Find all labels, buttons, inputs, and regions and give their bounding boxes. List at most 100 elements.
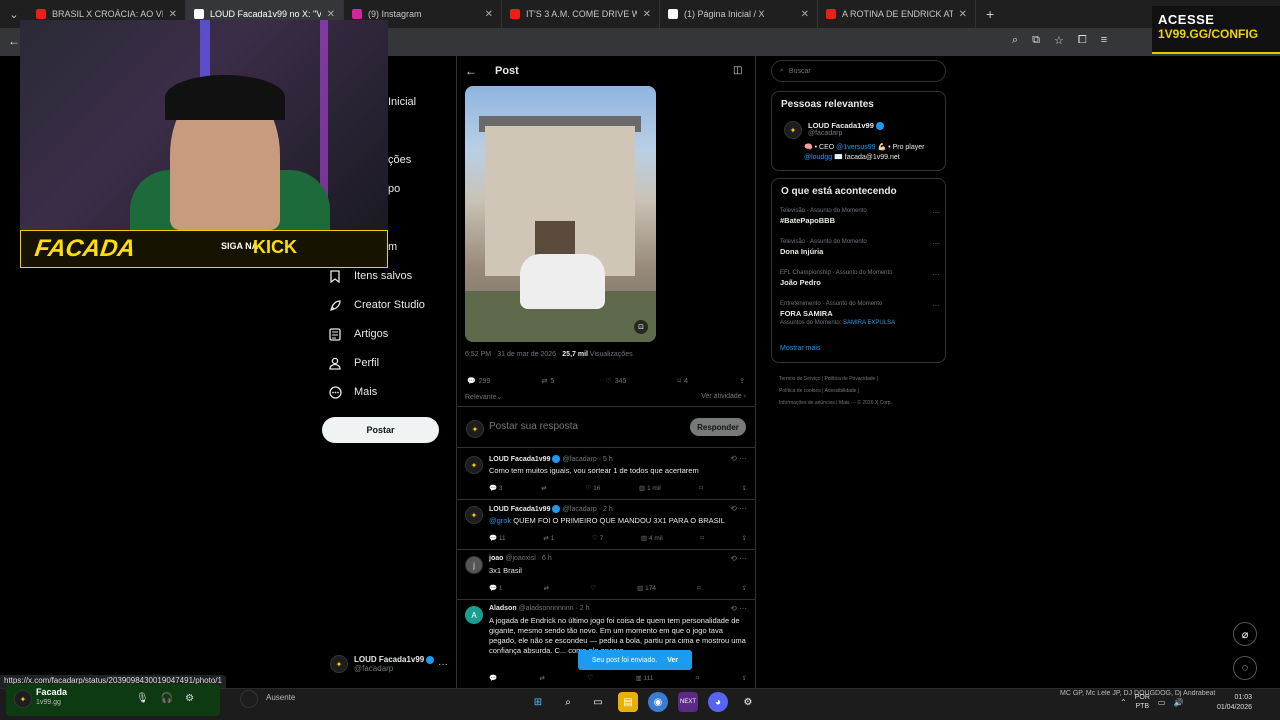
post-photo[interactable]: ⊡ xyxy=(465,86,656,342)
toast-view-link[interactable]: Ver xyxy=(667,657,678,664)
close-icon[interactable]: ✕ xyxy=(485,9,493,20)
next-app-icon[interactable]: NEXT xyxy=(678,692,698,712)
search-icon[interactable]: ⌕ xyxy=(558,692,578,712)
repost-action[interactable]: ⇄ xyxy=(539,674,544,682)
like-action[interactable]: ♡ xyxy=(587,674,593,682)
install-app-icon[interactable]: ⧉ xyxy=(1032,34,1040,47)
reply-tweet[interactable]: j joao @joaoxisl · 6 h ⟲ ··· 3x1 Brasil … xyxy=(457,550,755,600)
bookmark-icon[interactable]: ⌑ xyxy=(700,534,703,542)
reader-mode-icon[interactable]: ◫ xyxy=(733,65,742,76)
reply-button[interactable]: Responder xyxy=(690,418,746,436)
headphones-icon[interactable]: 🎧 xyxy=(161,693,173,704)
search-input[interactable]: ⌕ Buscar xyxy=(771,60,946,82)
mention-link[interactable]: @1versus99 xyxy=(836,144,875,151)
nav-item-premium-partial[interactable]: m xyxy=(388,241,397,253)
close-icon[interactable]: ✕ xyxy=(327,9,335,20)
mention-link[interactable]: @loudgg xyxy=(804,154,832,161)
nav-item-grok-partial[interactable]: po xyxy=(388,183,400,195)
views-action[interactable]: ▥ 174 xyxy=(637,584,656,592)
share-icon[interactable]: ⇪ xyxy=(741,484,746,492)
more-options-icon[interactable]: ⟲ ··· xyxy=(730,604,747,613)
reply-action[interactable]: 💬 299 xyxy=(467,377,490,386)
more-options-icon[interactable]: ··· xyxy=(932,301,940,310)
close-icon[interactable]: ✕ xyxy=(643,9,651,20)
task-view-icon[interactable]: ▭ xyxy=(588,692,608,712)
post-button[interactable]: Postar xyxy=(322,417,439,443)
repost-action[interactable]: ⇄ xyxy=(541,484,546,492)
reply-action[interactable]: 💬 11 xyxy=(489,534,506,542)
messages-icon[interactable]: ◌ xyxy=(1233,656,1257,680)
clock[interactable]: 01:03 01/04/2026 xyxy=(1208,693,1252,713)
bookmark-icon[interactable]: ⌑ xyxy=(696,674,699,682)
footer-line[interactable]: Política de cookies | Acessibilidade | xyxy=(779,385,949,397)
gear-icon[interactable]: ⚙ xyxy=(185,693,194,704)
views-action[interactable]: ▥ 4 mil xyxy=(641,534,663,542)
zoom-icon[interactable]: ⌕ xyxy=(1012,34,1018,47)
more-options-icon[interactable]: ··· xyxy=(438,659,448,670)
nav-item-bookmarks[interactable]: Itens salvos xyxy=(328,269,412,283)
volume-icon[interactable]: 🔊 xyxy=(1173,698,1183,707)
more-options-icon[interactable]: ··· xyxy=(932,239,940,248)
repost-action[interactable]: ⇄ 5 xyxy=(542,377,555,386)
trend-item[interactable]: Televisão · Assunto do Momento #BatePapo… xyxy=(780,208,940,225)
view-activity-link[interactable]: Ver atividade › xyxy=(701,393,746,401)
nav-item-more[interactable]: Mais xyxy=(328,385,377,399)
reply-tweet[interactable]: A Aladson @aladsonnnnnnn · 2 h ⟲ ··· A j… xyxy=(457,600,755,688)
trend-item[interactable]: EFL Championship · Assunto do Momento Jo… xyxy=(780,270,940,287)
share-icon[interactable]: ⇪ xyxy=(742,534,747,542)
address-bar[interactable] xyxy=(386,31,1006,53)
reading-list-icon[interactable]: ≡ xyxy=(1101,34,1107,47)
nav-item-articles[interactable]: Artigos xyxy=(328,327,388,341)
more-options-icon[interactable]: ··· xyxy=(932,208,940,217)
like-action[interactable]: ♡ xyxy=(590,584,596,592)
more-options-icon[interactable]: ⟲ ··· xyxy=(730,554,747,563)
reply-tweet[interactable]: ✦ LOUD Facada1v99 @facadarp · 2 h ⟲ ··· … xyxy=(457,500,755,550)
expand-icon[interactable]: ⊡ xyxy=(634,320,648,334)
bookmark-action[interactable]: ⌑ 4 xyxy=(677,377,688,386)
bookmark-icon[interactable]: ⌑ xyxy=(699,484,702,492)
nav-item-creator-studio[interactable]: Creator Studio xyxy=(328,298,425,312)
nav-item-home-partial[interactable]: Inicial xyxy=(388,96,416,108)
more-options-icon[interactable]: ⟲ ··· xyxy=(730,454,747,463)
share-icon[interactable]: ⇪ xyxy=(742,674,747,682)
back-arrow-icon[interactable]: ← xyxy=(8,34,20,48)
like-action[interactable]: ♡ 7 xyxy=(592,534,603,542)
bookmark-icon[interactable]: ⌑ xyxy=(697,584,700,592)
star-icon[interactable]: ☆ xyxy=(1054,34,1064,47)
windows-start-icon[interactable]: ⊞ xyxy=(528,692,548,712)
mention-link[interactable]: @grok xyxy=(489,516,511,525)
browser-tab[interactable]: A ROTINA DE ENDRICK ATÉ A S ✕ xyxy=(818,0,976,28)
close-icon[interactable]: ✕ xyxy=(801,9,809,20)
back-arrow-icon[interactable]: ← xyxy=(465,64,477,78)
grok-icon[interactable]: ⌀ xyxy=(1233,622,1257,646)
footer-line[interactable]: Informações de anúncios | Mais ··· © 202… xyxy=(779,397,949,409)
views-action[interactable]: ▥ 1 mil xyxy=(639,484,661,492)
trend-item[interactable]: Entretenimento · Assunto do Momento FORA… xyxy=(780,301,940,326)
relevant-user[interactable]: ✦ LOUD Facada1v99 @facadarp xyxy=(784,121,884,139)
like-action[interactable]: ♡ 345 xyxy=(605,377,626,386)
related-link[interactable]: SAMIRA EXPULSA xyxy=(843,320,895,326)
sort-dropdown[interactable]: Relevante⌄ xyxy=(465,393,502,401)
chrome-icon[interactable]: ◉ xyxy=(648,692,668,712)
new-tab-button[interactable]: + xyxy=(976,6,1004,22)
footer-line[interactable]: Termos de Serviço | Política de Privacid… xyxy=(779,373,949,385)
close-icon[interactable]: ✕ xyxy=(959,9,967,20)
close-icon[interactable]: ✕ xyxy=(169,9,177,20)
microphone-icon[interactable]: 🎙 xyxy=(136,693,149,704)
reply-action[interactable]: 💬 xyxy=(489,674,497,682)
share-icon[interactable]: ⇪ xyxy=(742,584,747,592)
browser-tab[interactable]: (1) Página Inicial / X ✕ xyxy=(660,0,818,28)
nav-item-notifications-partial[interactable]: ções xyxy=(388,154,411,166)
discord-icon[interactable]: ◕ xyxy=(708,692,728,712)
settings-icon[interactable]: ⚙ xyxy=(738,692,758,712)
extensions-icon[interactable]: ⧠ xyxy=(1078,34,1087,47)
reply-input[interactable]: Postar sua resposta xyxy=(489,421,578,432)
more-options-icon[interactable]: ⟲ ··· xyxy=(730,504,747,513)
language-indicator[interactable]: POR PTB xyxy=(1135,693,1150,711)
reply-action[interactable]: 💬 1 xyxy=(489,584,503,592)
chevron-up-icon[interactable]: ⌃ xyxy=(1120,698,1127,707)
taskbar-user[interactable]: Ausente xyxy=(240,690,295,710)
trend-item[interactable]: Televisão · Assunto do Momento Dona Injú… xyxy=(780,239,940,256)
reply-tweet[interactable]: ✦ LOUD Facada1v99 @facadarp · 5 h ⟲ ··· … xyxy=(457,450,755,500)
browser-tab[interactable]: IT'S 3 A.M. COME DRIVE WITH M ✕ xyxy=(502,0,660,28)
